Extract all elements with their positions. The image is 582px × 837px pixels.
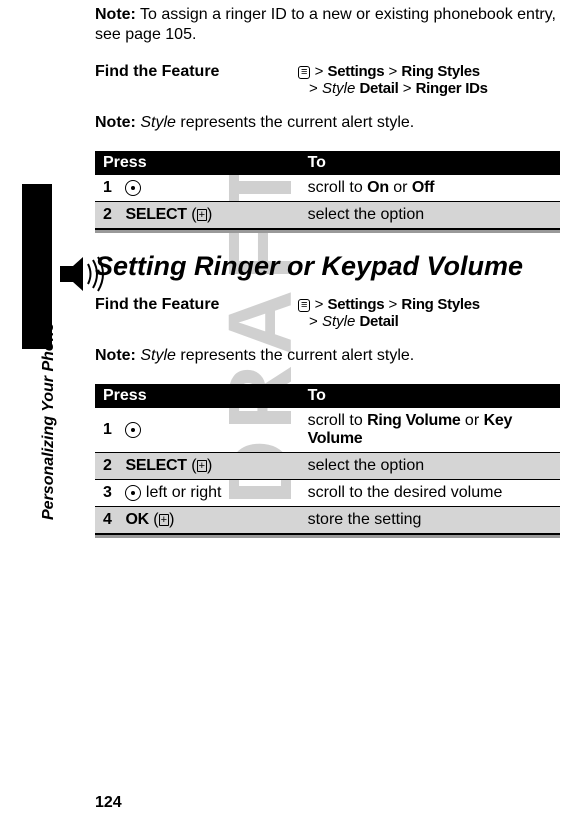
select-label: SELECT	[125, 206, 186, 223]
to-mid: or	[389, 179, 412, 196]
step-number: 4	[103, 511, 121, 529]
col-press: Press	[95, 151, 300, 175]
to-prefix: scroll to	[308, 412, 368, 429]
table-row: 2 SELECT (+) select the option	[95, 453, 560, 480]
path-ring-styles: Ring Styles	[401, 296, 479, 313]
path-ring-styles: Ring Styles	[401, 63, 479, 80]
step-number: 1	[103, 421, 121, 439]
table-bottom-shadow	[95, 535, 560, 538]
note-style-word: Style	[140, 114, 176, 131]
step-number: 2	[103, 457, 121, 475]
menu-icon: ≡	[298, 66, 310, 79]
path-detail: Detail	[359, 313, 398, 330]
option-ring-volume: Ring Volume	[367, 412, 460, 429]
page-reference: 105	[165, 26, 192, 43]
steps-table-2: Press To 1 scroll to Ring Volume or Key …	[95, 384, 560, 535]
select-label: SELECT	[125, 457, 186, 474]
to-text: scroll to the desired volume	[300, 480, 560, 507]
table-row: 2 SELECT (+) select the option	[95, 202, 560, 230]
step-number: 1	[103, 179, 121, 197]
to-text: select the option	[300, 453, 560, 480]
path-settings: Settings	[328, 296, 385, 313]
find-feature-block-2: Find the Feature ≡ > Settings > Ring Sty…	[95, 296, 560, 330]
note-label: Note:	[95, 347, 136, 364]
to-mid: or	[460, 412, 483, 429]
menu-icon: ≡	[298, 299, 310, 312]
to-text: store the setting	[300, 507, 560, 535]
to-text: select the option	[300, 202, 560, 230]
nav-key-icon	[125, 485, 141, 501]
feature-path-2: ≡ > Settings > Ring Styles > Style Detai…	[298, 296, 560, 330]
find-feature-block-1: Find the Feature ≡ > Settings > Ring Sty…	[95, 63, 560, 97]
intro-note: Note: To assign a ringer ID to a new or …	[95, 5, 560, 45]
path-style: Style	[322, 313, 355, 330]
note-style-word: Style	[140, 347, 176, 364]
step-number: 2	[103, 206, 121, 224]
path-ringer-ids: Ringer IDs	[416, 80, 488, 97]
softkey-icon: +	[159, 514, 169, 526]
col-to: To	[300, 384, 560, 408]
note-label: Note:	[95, 6, 136, 23]
nav-key-icon	[125, 180, 141, 196]
note-rest: represents the current alert style.	[176, 114, 414, 131]
section-label-vertical: Personalizing Your Phone	[40, 323, 58, 520]
path-style: Style	[322, 80, 355, 97]
find-feature-label: Find the Feature	[95, 296, 298, 314]
nav-key-icon	[125, 422, 141, 438]
table-row: 1 scroll to On or Off	[95, 175, 560, 202]
note-1: Note: Style represents the current alert…	[95, 113, 560, 133]
note-rest: represents the current alert style.	[176, 347, 414, 364]
table-row: 3 left or right scroll to the desired vo…	[95, 480, 560, 507]
step-number: 3	[103, 484, 121, 502]
softkey-icon: +	[197, 460, 207, 472]
note-label: Note:	[95, 114, 136, 131]
option-off: Off	[412, 179, 434, 196]
option-on: On	[367, 179, 389, 196]
path-detail: Detail	[359, 80, 398, 97]
col-to: To	[300, 151, 560, 175]
feature-path-1: ≡ > Settings > Ring Styles > Style Detai…	[298, 63, 560, 97]
page-number: 124	[95, 794, 122, 812]
press-suffix: left or right	[141, 484, 221, 501]
find-feature-label: Find the Feature	[95, 63, 298, 81]
ok-label: OK	[125, 511, 148, 528]
section-heading: Setting Ringer or Keypad Volume	[95, 251, 560, 282]
col-press: Press	[95, 384, 300, 408]
note-2: Note: Style represents the current alert…	[95, 346, 560, 366]
table-bottom-shadow	[95, 230, 560, 233]
steps-table-1: Press To 1 scroll to On or Off 2 SELECT …	[95, 151, 560, 230]
softkey-icon: +	[197, 209, 207, 221]
to-prefix: scroll to	[308, 179, 368, 196]
note-text-after: .	[192, 26, 196, 43]
table-row: 1 scroll to Ring Volume or Key Volume	[95, 408, 560, 453]
table-row: 4 OK (+) store the setting	[95, 507, 560, 535]
path-settings: Settings	[328, 63, 385, 80]
main-content: Note: To assign a ringer ID to a new or …	[95, 0, 560, 538]
